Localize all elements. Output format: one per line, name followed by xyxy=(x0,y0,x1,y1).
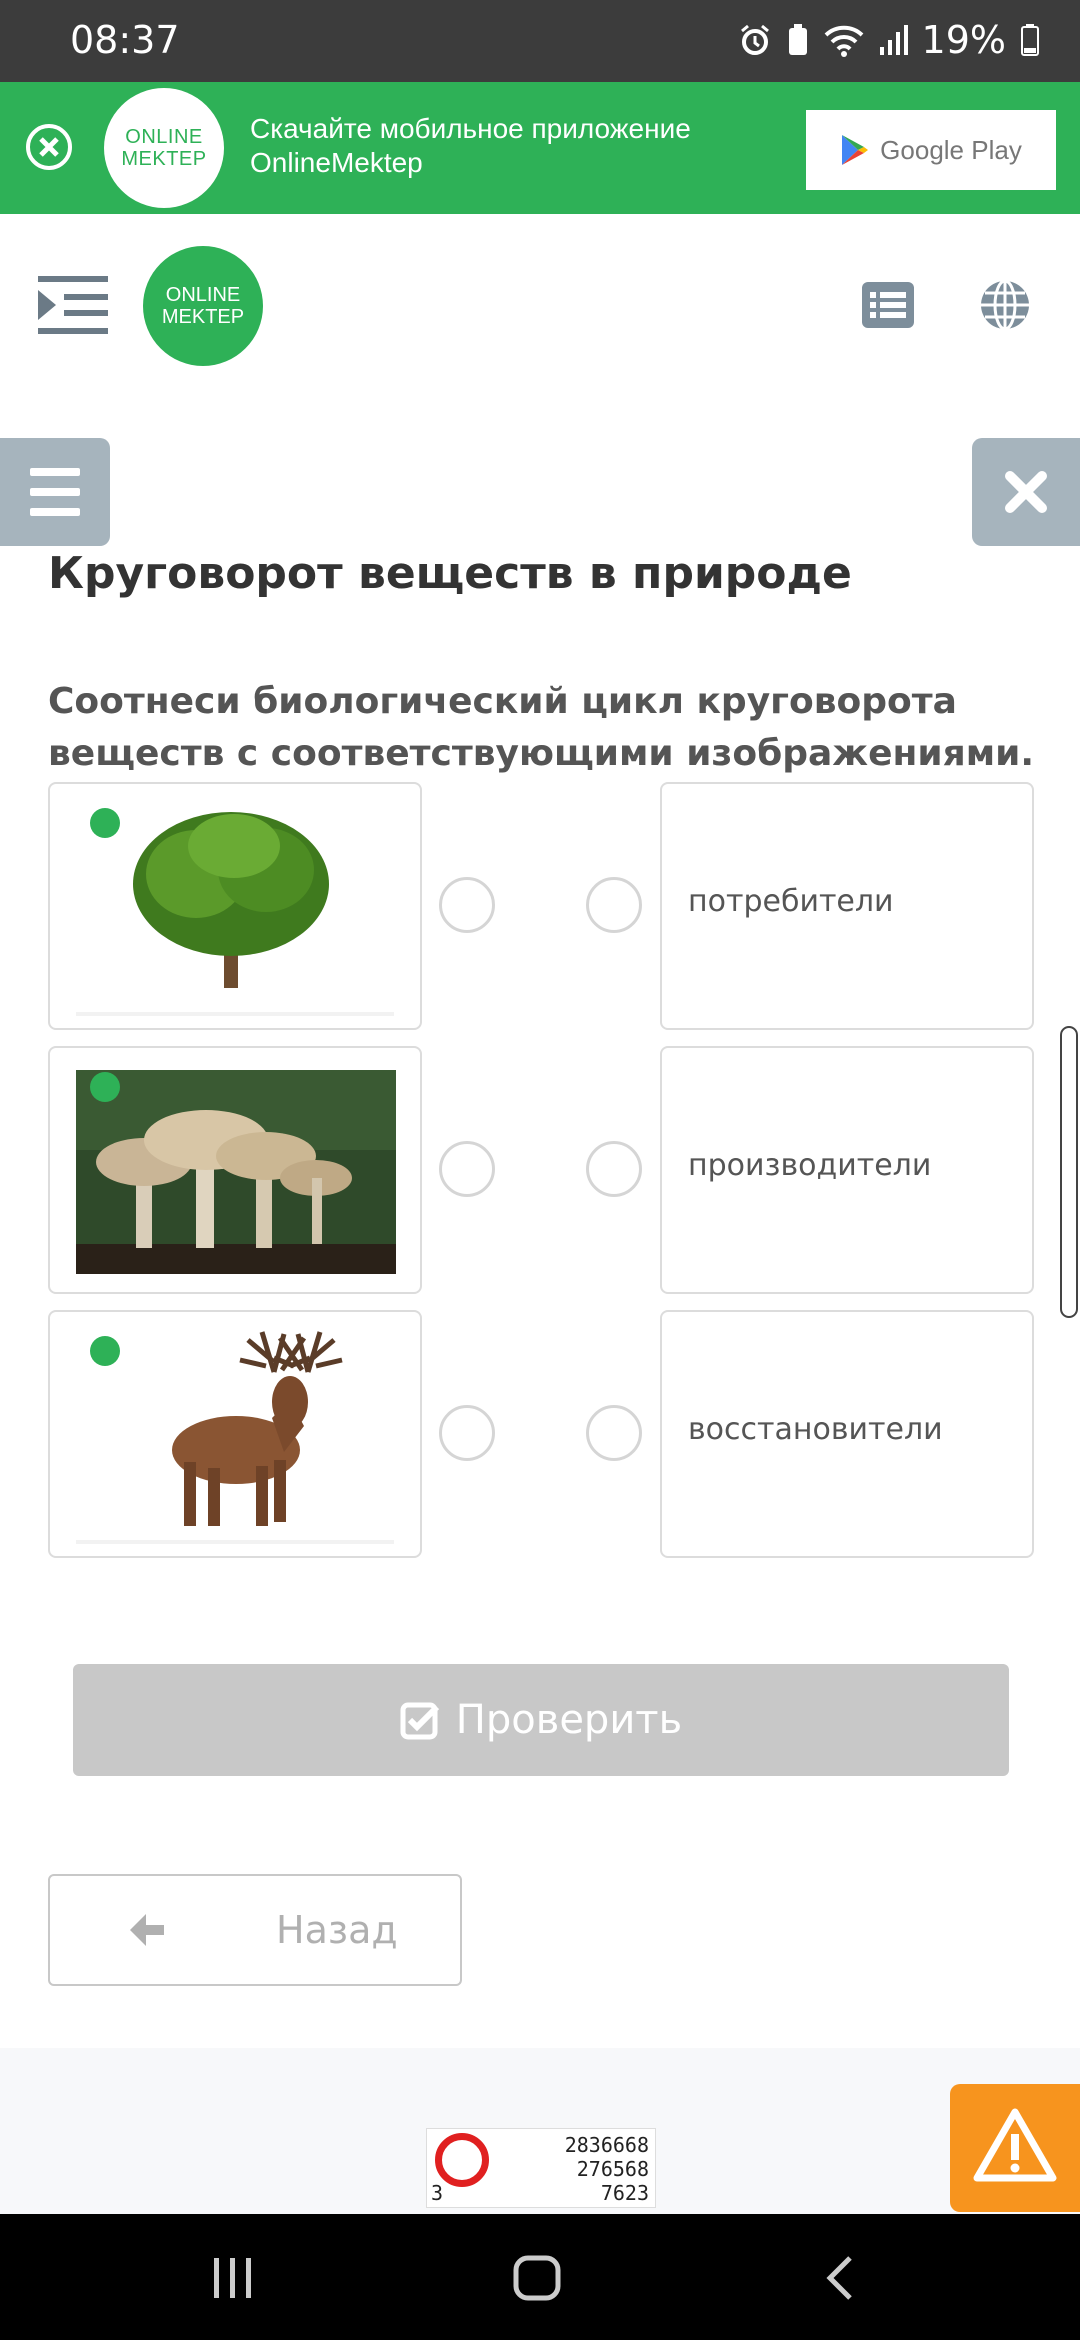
question-text: Соотнеси биологический цикл круговорота … xyxy=(48,681,1035,774)
left-radio-1[interactable] xyxy=(439,877,495,933)
list-icon[interactable] xyxy=(862,282,914,328)
hamburger-icon xyxy=(30,468,80,516)
warning-icon xyxy=(973,2108,1057,2182)
recent-apps-icon[interactable] xyxy=(210,2256,256,2300)
side-menu-button[interactable] xyxy=(0,438,110,546)
slm-badge-icon xyxy=(90,1072,120,1102)
site-header: ONLINE MEKTEP xyxy=(0,214,1080,394)
deer-image xyxy=(172,1331,343,1526)
status-time: 08:37 xyxy=(70,18,180,62)
close-icon xyxy=(1005,471,1047,513)
right-radio-1[interactable] xyxy=(586,877,642,933)
arrow-left-icon xyxy=(130,1914,164,1946)
right-radio-2[interactable] xyxy=(586,1141,642,1197)
battery-icon xyxy=(1021,24,1039,56)
banner-logo: ONLINE MEKTEP xyxy=(104,88,224,208)
status-bar: 08:37 19% xyxy=(0,0,1080,82)
banner-logo-line1: ONLINE xyxy=(125,126,203,148)
checkbox-icon xyxy=(400,1702,439,1740)
google-play-button[interactable]: Google Play xyxy=(806,110,1056,190)
image-card-deer[interactable] xyxy=(48,1310,422,1558)
image-card-tree[interactable] xyxy=(48,782,422,1030)
option-card-2[interactable]: производители xyxy=(660,1046,1034,1294)
google-play-label: Google Play xyxy=(880,134,1022,165)
check-button[interactable]: Проверить xyxy=(73,1664,1009,1776)
signal-icon xyxy=(879,25,908,55)
system-nav-bar xyxy=(0,2214,1080,2340)
back-button-label: Назад xyxy=(276,1908,398,1952)
left-radio-2[interactable] xyxy=(439,1141,495,1197)
banner-logo-line2: MEKTEP xyxy=(121,148,207,170)
page-title: Круговорот веществ в природе xyxy=(48,548,852,599)
app-promo-banner: ONLINE MEKTEP Скачайте мобильное приложе… xyxy=(0,82,1080,214)
globe-icon[interactable] xyxy=(978,278,1032,332)
counter-value-1: 2836668 xyxy=(564,2133,649,2157)
counter-value-3: 7623 xyxy=(600,2181,649,2205)
back-button[interactable]: Назад xyxy=(48,1874,462,1986)
alarm-icon xyxy=(740,24,769,55)
battery-percent: 19% xyxy=(921,18,1006,62)
image-baseline xyxy=(76,1012,394,1016)
close-banner-icon[interactable] xyxy=(24,122,74,172)
banner-text: Скачайте мобильное приложение OnlineMekt… xyxy=(250,113,691,178)
check-button-label: Проверить xyxy=(455,1697,683,1743)
counter-ring-icon xyxy=(435,2133,489,2187)
option-card-1[interactable]: потребители xyxy=(660,782,1034,1030)
home-icon[interactable] xyxy=(512,2254,562,2302)
tree-image xyxy=(133,812,329,988)
site-logo-line1: ONLINE xyxy=(165,284,241,306)
option-label-3: восстановители xyxy=(688,1412,943,1447)
close-lesson-button[interactable] xyxy=(972,438,1080,546)
battery-saver-icon xyxy=(788,24,807,55)
google-play-icon xyxy=(842,135,869,165)
back-nav-icon[interactable] xyxy=(822,2254,856,2302)
mushrooms-image xyxy=(76,1070,396,1274)
report-button[interactable] xyxy=(950,2084,1080,2212)
site-logo-line2: MEKTEP xyxy=(161,306,245,328)
wifi-icon xyxy=(824,25,863,57)
image-card-mushrooms[interactable] xyxy=(48,1046,422,1294)
menu-indent-icon[interactable] xyxy=(38,274,108,336)
option-card-3[interactable]: восстановители xyxy=(660,1310,1034,1558)
image-baseline xyxy=(76,1540,394,1544)
option-label-2: производители xyxy=(688,1148,932,1183)
scrollbar-thumb[interactable] xyxy=(1060,1026,1078,1318)
counter-value-2: 276568 xyxy=(576,2157,649,2181)
site-logo[interactable]: ONLINE MEKTEP xyxy=(143,246,263,366)
right-radio-3[interactable] xyxy=(586,1405,642,1461)
option-label-1: потребители xyxy=(688,884,894,919)
status-icons: 19% xyxy=(738,18,1040,62)
left-radio-3[interactable] xyxy=(439,1405,495,1461)
counter-value-left: 3 xyxy=(431,2181,444,2205)
visit-counter[interactable]: 2836668 276568 7623 3 xyxy=(426,2128,656,2208)
